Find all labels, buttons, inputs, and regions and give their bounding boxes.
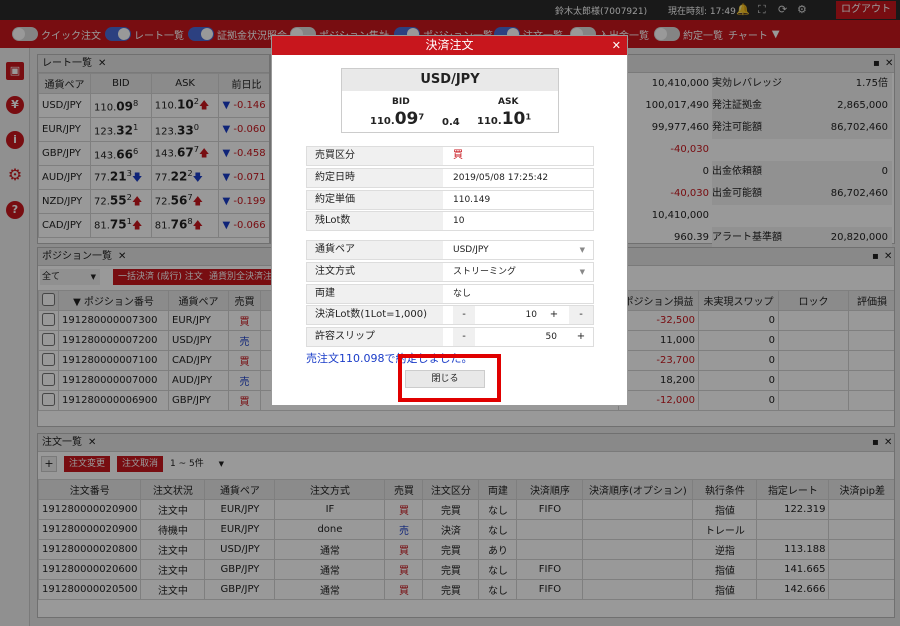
highlight-box xyxy=(398,354,501,402)
ask-price: 110.101 xyxy=(477,109,532,129)
slip-increment-button[interactable]: + xyxy=(569,328,593,346)
dialog-title: 決済注文 ✕ xyxy=(272,36,627,55)
lot-decrement-button[interactable]: - xyxy=(453,306,475,324)
lot-increment-button[interactable]: + xyxy=(543,306,565,324)
lot-input[interactable]: 10 xyxy=(477,306,537,324)
hedge-field: 両建 なし xyxy=(306,284,594,304)
price-pair: USD/JPY xyxy=(342,69,558,91)
slip-input[interactable]: 50 xyxy=(477,328,557,346)
field-remaining-lot: 残Lot数 10 xyxy=(306,211,594,231)
chevron-down-icon: ▼ xyxy=(579,268,585,276)
slippage-stepper: 許容スリップ - 50 + xyxy=(306,327,594,347)
chevron-down-icon: ▼ xyxy=(579,246,585,254)
field-exec-price: 約定単価 110.149 xyxy=(306,190,594,210)
settlement-order-dialog: 決済注文 ✕ USD/JPY BID ASK 110.097 0.4 110.10… xyxy=(271,35,628,406)
price-box: USD/JPY BID ASK 110.097 0.4 110.101 xyxy=(341,68,559,133)
slip-decrement-button[interactable]: - xyxy=(453,328,475,346)
order-method-select[interactable]: 注文方式 ストリーミング ▼ xyxy=(306,262,594,282)
spread-value: 0.4 xyxy=(442,117,460,128)
currency-pair-select[interactable]: 通貨ペア USD/JPY ▼ xyxy=(306,240,594,260)
lot-minus-button[interactable]: - xyxy=(569,306,593,324)
close-icon[interactable]: ✕ xyxy=(612,36,621,55)
field-side: 売買区分買 xyxy=(306,146,594,166)
bid-price: 110.097 xyxy=(370,109,425,129)
lot-stepper: 決済Lot数(1Lot=1,000) - 10 + - xyxy=(306,305,594,325)
field-exec-time: 約定日時 2019/05/08 17:25:42 xyxy=(306,168,594,188)
